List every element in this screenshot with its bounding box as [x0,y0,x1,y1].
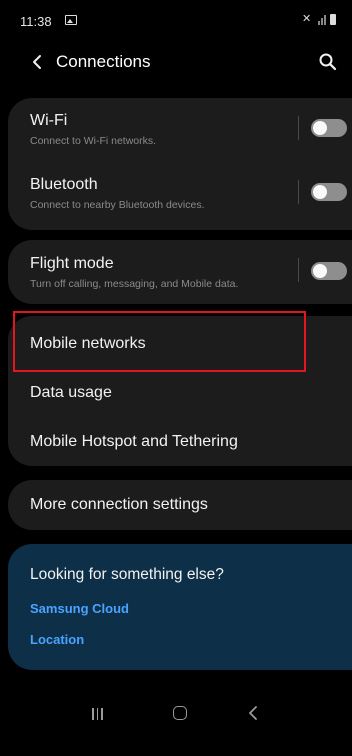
battery-icon [330,14,336,25]
back-icon[interactable] [248,705,258,721]
status-icons: ✕ [302,13,336,25]
gallery-icon [65,15,77,25]
suggestions-title: Looking for something else? [30,566,224,583]
wifi-title: Wi-Fi [30,112,68,129]
toggle-knob [313,121,327,135]
flight-mode-toggle[interactable] [311,262,347,280]
page-title: Connections [56,52,151,71]
status-bar: 11:38 ✕ [0,0,352,40]
bluetooth-subtitle: Connect to nearby Bluetooth devices. [30,199,205,211]
flight-mode-title: Flight mode [30,255,114,272]
navigation-bar [0,700,352,756]
flight-mode-subtitle: Turn off calling, messaging, and Mobile … [30,278,239,290]
signal-icon [318,13,326,25]
wifi-row[interactable]: Wi-Fi Connect to Wi-Fi networks. [8,98,352,164]
toggle-knob [313,185,327,199]
chevron-left-icon[interactable] [30,52,44,72]
mute-icon: ✕ [302,13,312,25]
wifi-subtitle: Connect to Wi-Fi networks. [30,135,157,147]
samsung-cloud-link[interactable]: Samsung Cloud [30,601,129,616]
more-card: More connection settings [8,480,352,530]
data-usage-row[interactable]: Data usage [8,368,352,417]
location-link[interactable]: Location [30,632,84,647]
flight-card: Flight mode Turn off calling, messaging,… [8,240,352,304]
flight-mode-row[interactable]: Flight mode Turn off calling, messaging,… [8,240,352,304]
bluetooth-row[interactable]: Bluetooth Connect to nearby Bluetooth de… [8,164,352,230]
toggle-knob [313,264,327,278]
suggestions-card: Looking for something else? Samsung Clou… [8,544,352,670]
wifi-toggle[interactable] [311,119,347,137]
divider [298,116,299,140]
app-header: Connections [0,44,352,80]
status-time: 11:38 [20,14,52,29]
divider [298,258,299,282]
highlight-box [13,311,306,372]
divider [298,180,299,204]
home-icon[interactable] [173,706,187,720]
hotspot-title: Mobile Hotspot and Tethering [30,433,238,450]
more-settings-row[interactable]: More connection settings [8,480,352,530]
more-settings-title: More connection settings [30,496,208,513]
search-icon[interactable] [318,52,338,72]
bluetooth-title: Bluetooth [30,176,98,193]
recents-icon[interactable] [92,708,104,720]
hotspot-row[interactable]: Mobile Hotspot and Tethering [8,417,352,466]
bluetooth-toggle[interactable] [311,183,347,201]
wireless-card: Wi-Fi Connect to Wi-Fi networks. Bluetoo… [8,98,352,230]
data-usage-title: Data usage [30,384,112,401]
